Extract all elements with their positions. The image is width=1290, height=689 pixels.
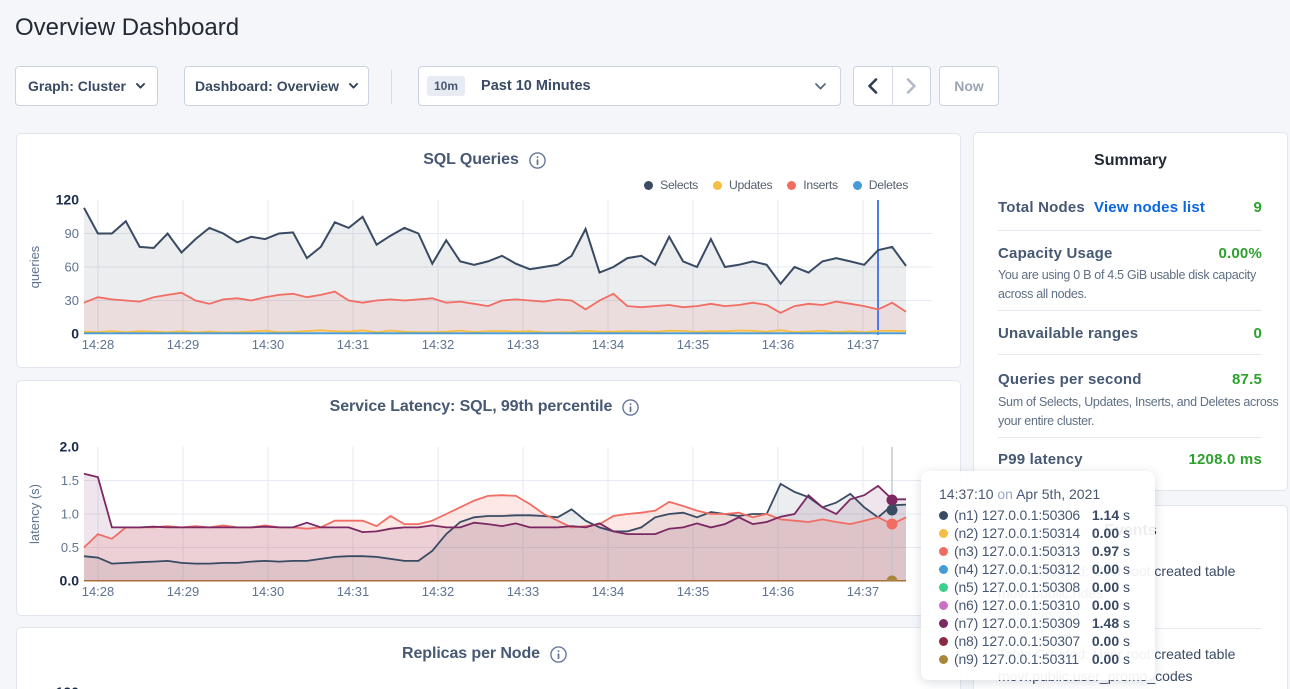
- svg-text:0: 0: [71, 326, 79, 342]
- svg-text:120: 120: [56, 192, 80, 208]
- svg-text:14:33: 14:33: [507, 584, 540, 599]
- svg-text:120: 120: [56, 684, 80, 689]
- svg-text:14:33: 14:33: [507, 337, 540, 352]
- svg-text:0.0: 0.0: [60, 573, 80, 589]
- svg-text:14:31: 14:31: [337, 337, 370, 352]
- svg-text:1.5: 1.5: [61, 473, 79, 488]
- svg-text:14:30: 14:30: [252, 584, 285, 599]
- svg-text:14:34: 14:34: [592, 584, 625, 599]
- svg-text:60: 60: [65, 260, 79, 275]
- svg-text:1.0: 1.0: [61, 507, 79, 522]
- svg-text:0.5: 0.5: [61, 540, 79, 555]
- svg-text:14:29: 14:29: [167, 337, 200, 352]
- svg-text:14:32: 14:32: [422, 337, 455, 352]
- svg-text:14:30: 14:30: [252, 337, 285, 352]
- svg-text:30: 30: [65, 293, 79, 308]
- svg-text:2.0: 2.0: [60, 439, 80, 455]
- svg-text:latency (s): latency (s): [27, 484, 42, 544]
- svg-text:90: 90: [65, 226, 79, 241]
- svg-text:14:35: 14:35: [677, 337, 710, 352]
- svg-text:14:31: 14:31: [337, 584, 370, 599]
- svg-text:14:28: 14:28: [82, 337, 115, 352]
- svg-text:14:28: 14:28: [82, 584, 115, 599]
- svg-text:14:36: 14:36: [762, 584, 795, 599]
- svg-text:14:37: 14:37: [847, 584, 880, 599]
- svg-text:queries: queries: [27, 245, 42, 288]
- svg-text:14:37: 14:37: [847, 337, 880, 352]
- svg-text:14:36: 14:36: [762, 337, 795, 352]
- svg-text:14:29: 14:29: [167, 584, 200, 599]
- svg-text:14:35: 14:35: [677, 584, 710, 599]
- svg-text:14:32: 14:32: [422, 584, 455, 599]
- svg-text:14:34: 14:34: [592, 337, 625, 352]
